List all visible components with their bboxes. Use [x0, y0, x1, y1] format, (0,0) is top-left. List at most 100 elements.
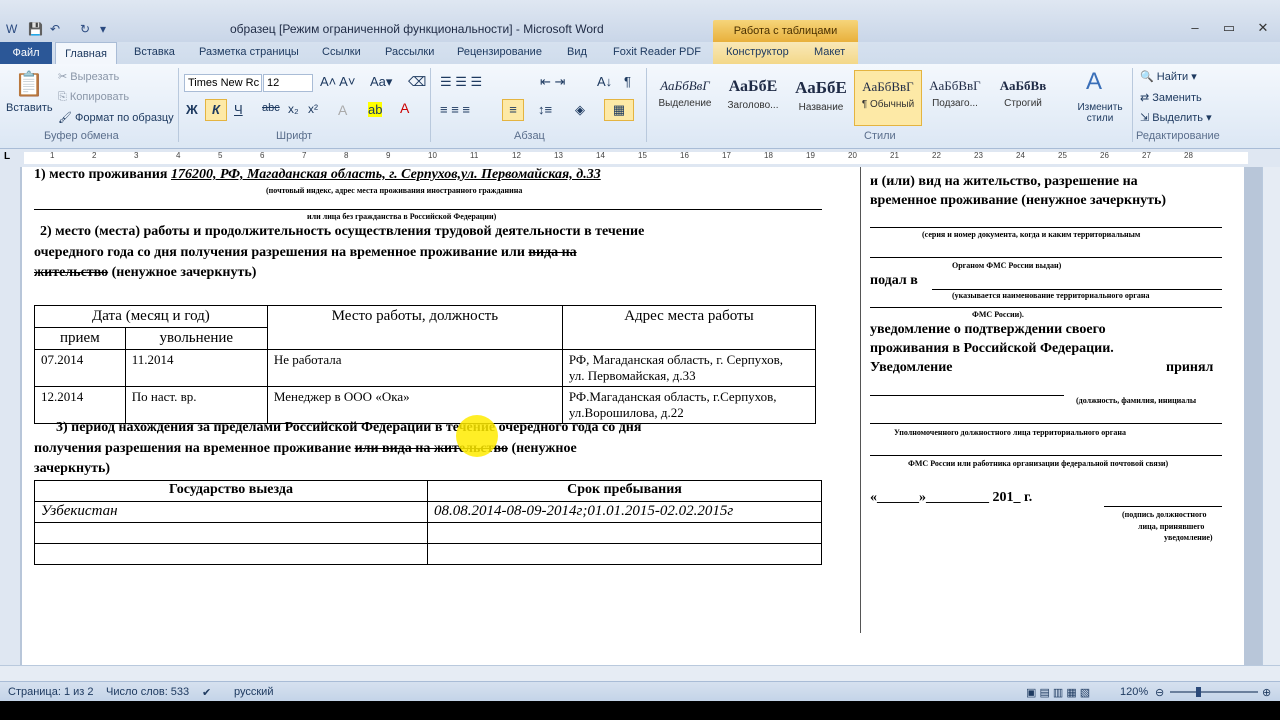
minimize-button[interactable]: – — [1178, 18, 1212, 38]
table-cell[interactable]: Не работала — [266, 349, 563, 387]
style-heading[interactable]: АаБбЕ Заголово... — [720, 70, 786, 124]
horizontal-scrollbar[interactable] — [0, 665, 1280, 682]
proofing-icon[interactable]: ✔ — [202, 686, 211, 699]
table-cell[interactable]: 08.08.2014-08-09-2014г;01.01.2015-02.02.… — [427, 501, 822, 523]
tab-selector[interactable]: L — [4, 151, 10, 162]
table-cell[interactable]: 12.2014 — [34, 386, 126, 424]
shading-icon[interactable]: ◈ — [575, 102, 585, 118]
paste-icon[interactable]: 📋 — [14, 70, 44, 99]
tab-layout[interactable]: Макет — [814, 46, 845, 58]
sort-icon[interactable]: A↓ — [597, 74, 612, 89]
address-line: РФ, Магаданская область, г. Серпухов, — [568, 352, 784, 367]
underline-button[interactable]: Ч — [234, 102, 243, 117]
close-button[interactable]: ✕ — [1246, 18, 1280, 38]
font-size-select[interactable]: 12 — [263, 74, 313, 92]
font-color-icon[interactable]: A — [400, 100, 409, 116]
change-case-icon[interactable]: Aa▾ — [370, 74, 392, 90]
table-row[interactable]: Узбекистан 08.08.2014-08-09-2014г;01.01.… — [34, 501, 822, 523]
zoom-slider[interactable] — [1170, 691, 1258, 693]
align-icons[interactable]: ≡ ≡ ≡ — [440, 102, 470, 117]
table-cell[interactable]: РФ, Магаданская область, г. Серпухов, ул.… — [561, 349, 817, 387]
vertical-scrollbar[interactable] — [1262, 167, 1280, 665]
paste-button[interactable]: Вставить — [6, 102, 53, 114]
document-page[interactable]: 1) место проживания 176200, РФ, Магаданс… — [22, 167, 1244, 665]
tab-view[interactable]: Вид — [567, 46, 587, 58]
ruler-number: 25 — [1058, 151, 1067, 160]
zoom-slider-thumb[interactable] — [1196, 687, 1201, 697]
style-emphasis[interactable]: АаБбВвГ Выделение — [652, 70, 718, 124]
pilcrow-icon[interactable]: ¶ — [624, 74, 631, 89]
zoom-in-button[interactable]: ⊕ — [1262, 686, 1271, 699]
superscript-button[interactable]: x² — [308, 102, 318, 116]
select-button[interactable]: ⇲ Выделить ▾ — [1140, 111, 1212, 124]
format-painter-button[interactable]: 🖌 Формат по образцу — [58, 111, 174, 124]
tab-page-layout[interactable]: Разметка страницы — [199, 46, 299, 58]
replace-button[interactable]: ⇄ Заменить — [1140, 91, 1202, 104]
indent-icon[interactable]: ⇤ ⇥ — [540, 74, 565, 90]
highlight-color-icon[interactable]: ab — [368, 102, 383, 117]
line-spacing-icon[interactable]: ↕≡ — [538, 102, 552, 117]
change-styles-icon[interactable]: A — [1086, 68, 1102, 96]
subscript-button[interactable]: x₂ — [288, 102, 299, 116]
table-cell[interactable] — [34, 522, 428, 544]
tab-references[interactable]: Ссылки — [322, 46, 361, 58]
table-cell[interactable]: 07.2014 — [34, 349, 126, 387]
zoom-out-button[interactable]: ⊖ — [1155, 686, 1164, 699]
table-row[interactable] — [34, 543, 822, 565]
tab-foxit[interactable]: Foxit Reader PDF — [613, 46, 701, 58]
view-buttons[interactable]: ▣ ▤ ▥ ▦ ▧ — [1026, 686, 1090, 699]
justify-button[interactable]: ≡ — [502, 99, 524, 121]
table-row[interactable]: 07.2014 11.2014 Не работала РФ, Магаданс… — [34, 349, 817, 387]
tab-design[interactable]: Конструктор — [726, 46, 789, 58]
clear-format-icon[interactable]: ⌫ — [408, 74, 426, 90]
borders-button[interactable]: ▦ — [604, 99, 634, 121]
zoom-level[interactable]: 120% — [1120, 686, 1148, 698]
grow-font-icon[interactable]: A˄ A˅ — [320, 74, 355, 89]
undo-icon[interactable]: ↶ — [50, 22, 60, 36]
change-styles-button[interactable]: Изменить стили — [1074, 102, 1126, 124]
tab-review[interactable]: Рецензирование — [457, 46, 542, 58]
table-cell[interactable]: Узбекистан — [34, 501, 428, 523]
work-table[interactable]: Дата (месяц и год) Место работы, должнос… — [34, 305, 817, 424]
font-name-select[interactable]: Times New Rc — [184, 74, 262, 92]
table-row[interactable] — [34, 522, 822, 544]
table-row[interactable]: 12.2014 По наст. вр. Менеджер в ООО «Ока… — [34, 386, 817, 424]
bold-button[interactable]: Ж — [186, 102, 198, 117]
strikethrough-button[interactable]: abc — [262, 102, 280, 114]
table-cell[interactable]: По наст. вр. — [124, 386, 268, 424]
cut-button[interactable]: ✂ Вырезать — [58, 70, 119, 83]
table-header: Дата (месяц и год) — [34, 305, 268, 328]
word-count[interactable]: Число слов: 533 — [106, 686, 189, 698]
customize-qat-icon[interactable]: ▾ — [100, 22, 106, 36]
style-title[interactable]: АаБбЕ Название — [788, 70, 854, 124]
bullets-icon[interactable]: ☰ ☰ ☰ — [440, 74, 482, 90]
table-cell[interactable]: Менеджер в ООО «Ока» — [266, 386, 563, 424]
text-effects-icon[interactable]: A — [338, 102, 347, 118]
save-icon[interactable]: 💾 — [28, 22, 43, 36]
right-hint: Органом ФМС России выдан) — [952, 261, 1062, 270]
italic-button[interactable]: К — [205, 99, 227, 121]
table-cell[interactable] — [34, 543, 428, 565]
table-cell[interactable]: 11.2014 — [124, 349, 268, 387]
table-cell[interactable] — [427, 522, 822, 544]
maximize-button[interactable]: ▭ — [1212, 18, 1246, 38]
word-app-icon[interactable]: W — [6, 22, 17, 36]
table-cell[interactable]: РФ.Магаданская область, г.Серпухов, ул.Во… — [561, 386, 817, 424]
tab-insert[interactable]: Вставка — [134, 46, 175, 58]
tab-home[interactable]: Главная — [55, 42, 117, 64]
copy-button[interactable]: ⎘ Копировать — [58, 91, 129, 104]
style-normal[interactable]: АаБбВвГ ¶ Обычный — [854, 70, 922, 126]
style-strong[interactable]: АаБбВв Строгий — [990, 70, 1056, 124]
tab-mailings[interactable]: Рассылки — [385, 46, 434, 58]
horizontal-ruler[interactable]: L 1 2 3 4 5 6 7 8 9 10 11 12 13 14 15 16 17 18 19 20 21 22 23 2… — [0, 149, 1280, 168]
language-label[interactable]: русский — [234, 686, 273, 698]
page-count[interactable]: Страница: 1 из 2 — [8, 686, 94, 698]
redo-icon[interactable]: ↻ — [80, 22, 90, 36]
tab-file[interactable]: Файл — [0, 42, 52, 64]
table-cell[interactable] — [427, 543, 822, 565]
find-button[interactable]: 🔍 Найти ▾ — [1140, 70, 1197, 83]
style-subtitle[interactable]: АаБбВвГ Подзаго... — [922, 70, 988, 124]
residence-hint: (почтовый индекс, адрес места проживания… — [266, 186, 523, 195]
travel-table[interactable]: Государство выезда Срок пребывания Узбек… — [34, 480, 822, 565]
document-area: 1) место проживания 176200, РФ, Магаданс… — [0, 167, 1280, 665]
